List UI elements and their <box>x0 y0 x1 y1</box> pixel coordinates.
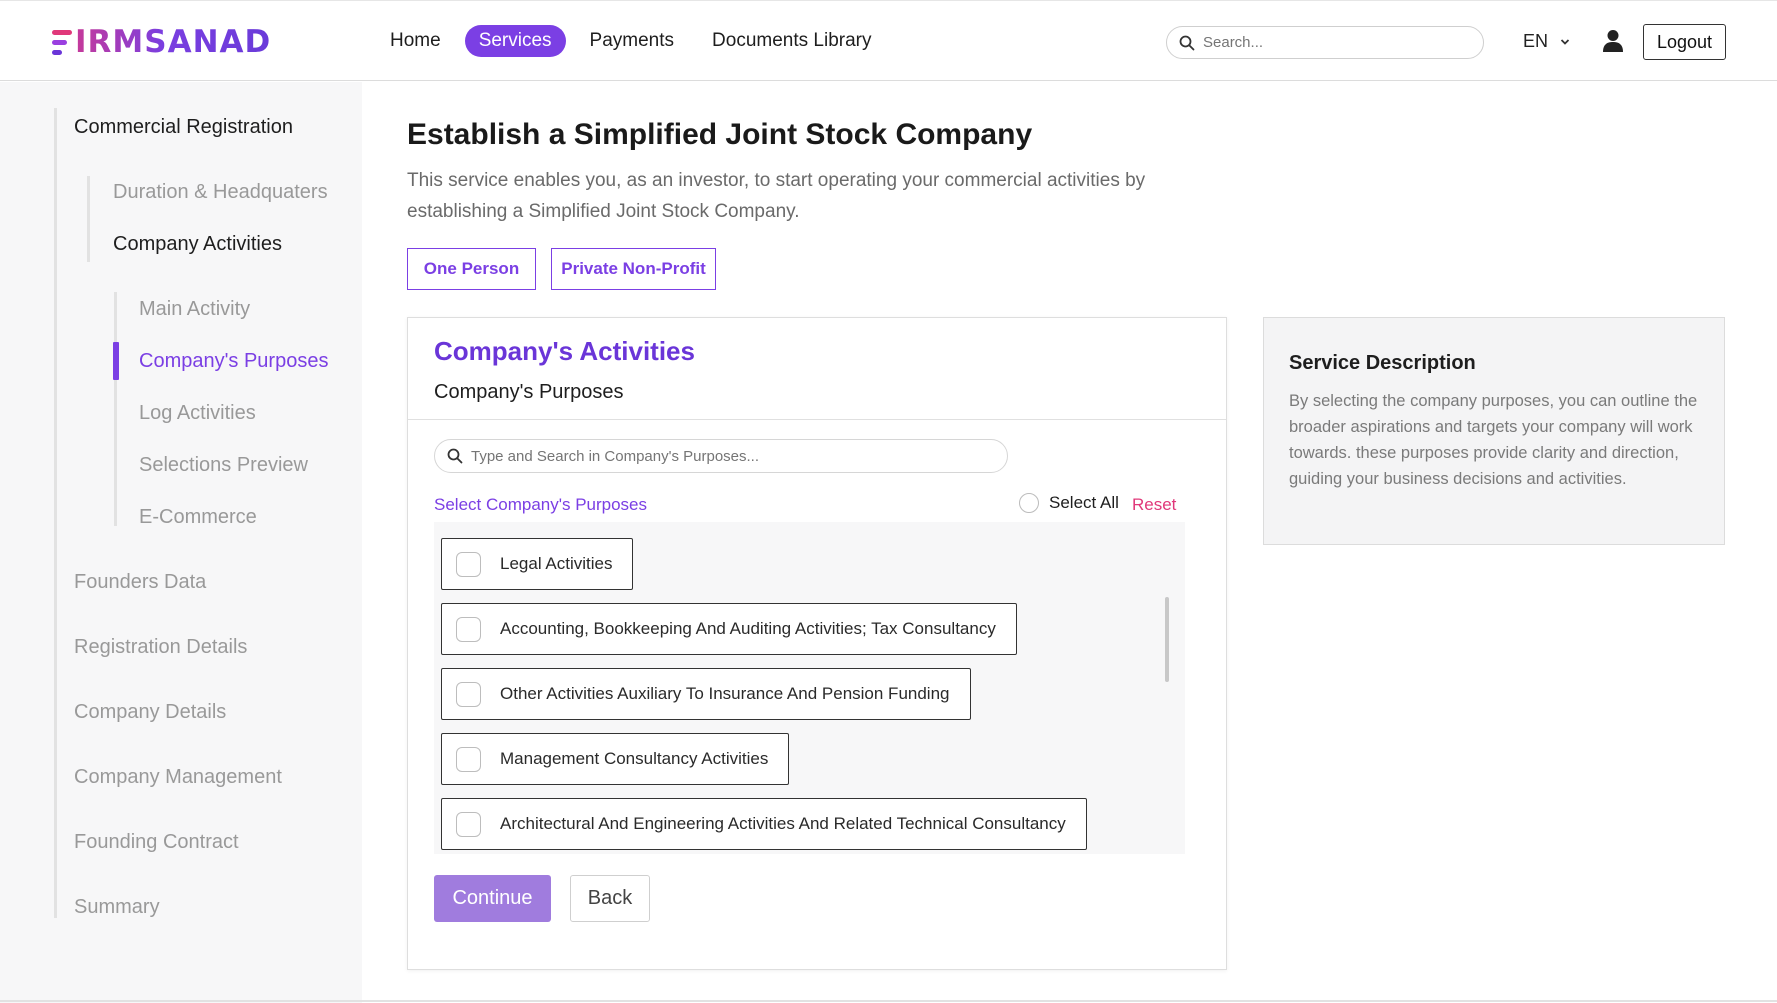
sidebar-track <box>54 108 57 918</box>
purposes-list[interactable]: Legal Activities Accounting, Bookkeeping… <box>434 522 1185 854</box>
option-label: Management Consultancy Activities <box>500 749 769 768</box>
continue-button[interactable]: Continue <box>434 875 551 922</box>
purposes-search-input[interactable] <box>471 447 991 465</box>
service-description-panel: Service Description By selecting the com… <box>1263 317 1725 545</box>
select-all-toggle[interactable]: Select All <box>1019 493 1119 513</box>
page-title: Establish a Simplified Joint Stock Compa… <box>407 118 1033 151</box>
option-label: Legal Activities <box>500 554 613 573</box>
list-scrollbar[interactable] <box>1165 597 1169 682</box>
header-search[interactable] <box>1166 26 1484 59</box>
main-nav: Home Services Payments Documents Library <box>376 25 885 57</box>
page-description: This service enables you, as an investor… <box>407 170 1146 222</box>
select-purposes-label: Select Company's Purposes <box>434 495 648 514</box>
list-item[interactable]: Management Consultancy Activities <box>441 733 790 785</box>
card-subtitle: Company's Purposes <box>434 381 624 403</box>
list-item[interactable]: Architectural And Engineering Activities… <box>441 798 1087 850</box>
service-description-text: By selecting the company purposes, you c… <box>1289 392 1698 488</box>
service-description-title: Service Description <box>1289 352 1476 374</box>
list-item[interactable]: Legal Activities <box>441 538 634 590</box>
nav-payments[interactable]: Payments <box>576 25 688 57</box>
step-registration-details[interactable]: Registration Details <box>74 636 247 659</box>
nav-documents-library[interactable]: Documents Library <box>698 25 885 57</box>
step-log-activities[interactable]: Log Activities <box>139 402 256 425</box>
checkbox[interactable] <box>456 811 481 837</box>
purposes-search[interactable] <box>434 439 1008 473</box>
checkbox[interactable] <box>456 616 481 642</box>
chevron-down-icon <box>1560 38 1570 45</box>
step-company-management[interactable]: Company Management <box>74 766 282 789</box>
bottom-divider <box>0 1000 1777 1002</box>
logo-text: IRMSANAD <box>75 24 272 60</box>
select-all-label: Select All <box>1049 493 1119 512</box>
tag-one-person[interactable]: One Person <box>407 248 536 290</box>
firmsanad-logo[interactable]: IRMSANAD <box>52 24 272 60</box>
step-summary[interactable]: Summary <box>74 896 160 919</box>
header-search-input[interactable] <box>1203 34 1453 51</box>
language-selector[interactable]: EN <box>1523 31 1570 52</box>
step-commercial-registration[interactable]: Commercial Registration <box>74 116 293 139</box>
step-main-activity[interactable]: Main Activity <box>139 298 250 321</box>
step-e-commerce[interactable]: E-Commerce <box>139 506 257 529</box>
checkbox[interactable] <box>456 551 481 577</box>
select-all-radio[interactable] <box>1019 493 1039 513</box>
tag-private-non-profit[interactable]: Private Non-Profit <box>551 248 716 290</box>
step-founders-data[interactable]: Founders Data <box>74 571 206 594</box>
steps-sidebar: Commercial Registration Duration & Headq… <box>0 82 362 1003</box>
option-label: Other Activities Auxiliary To Insurance … <box>500 684 950 703</box>
search-icon <box>1179 35 1195 50</box>
card-title: Company's Activities <box>434 336 695 366</box>
nav-home[interactable]: Home <box>376 25 455 57</box>
option-label: Architectural And Engineering Activities… <box>500 814 1066 833</box>
back-button[interactable]: Back <box>570 875 650 922</box>
step-founding-contract[interactable]: Founding Contract <box>74 831 239 854</box>
top-header: IRMSANAD Home Services Payments Document… <box>0 0 1777 81</box>
active-step-indicator <box>113 342 119 380</box>
list-item[interactable]: Accounting, Bookkeeping And Auditing Act… <box>441 603 1017 655</box>
language-label: EN <box>1523 31 1549 51</box>
list-item[interactable]: Other Activities Auxiliary To Insurance … <box>441 668 971 720</box>
step-company-details[interactable]: Company Details <box>74 701 226 724</box>
step-duration-headquarters[interactable]: Duration & Headquaters <box>113 181 328 204</box>
step-selections-preview[interactable]: Selections Preview <box>139 454 308 477</box>
step-company-purposes[interactable]: Company's Purposes <box>139 350 328 373</box>
user-icon[interactable] <box>1602 29 1624 53</box>
step-company-activities[interactable]: Company Activities <box>113 233 282 256</box>
substep-track <box>87 176 90 262</box>
subsubstep-track <box>114 292 117 526</box>
reset-link[interactable]: Reset <box>1132 495 1176 515</box>
activities-card: Company's Activities Company's Purposes … <box>407 317 1227 970</box>
search-icon <box>447 448 463 464</box>
logout-button[interactable]: Logout <box>1643 24 1726 60</box>
option-label: Accounting, Bookkeeping And Auditing Act… <box>500 619 996 638</box>
card-divider <box>408 419 1226 420</box>
checkbox[interactable] <box>456 746 481 772</box>
checkbox[interactable] <box>456 681 481 707</box>
nav-services[interactable]: Services <box>464 25 566 57</box>
logo-mark-icon <box>52 29 72 55</box>
